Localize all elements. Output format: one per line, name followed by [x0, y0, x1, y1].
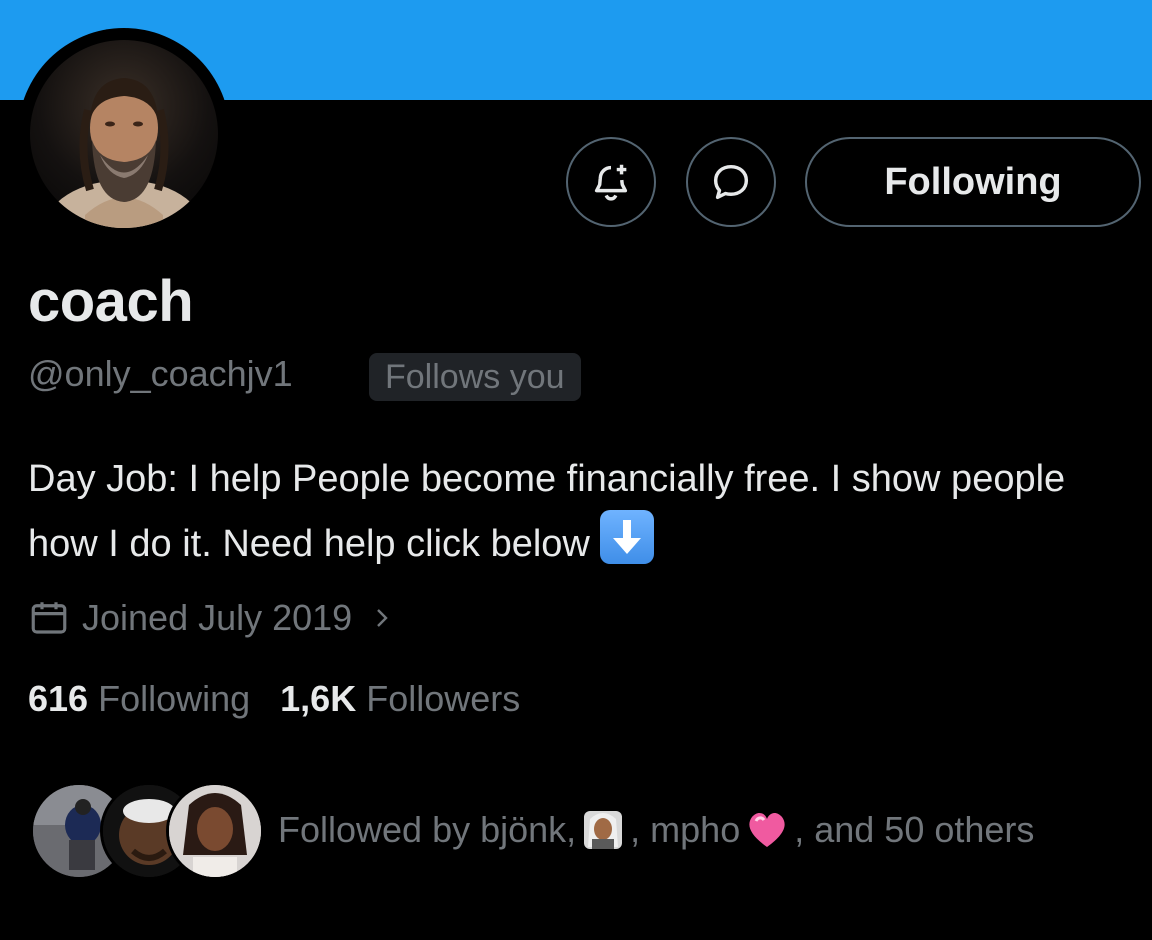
follows-you-badge: Follows you [369, 353, 581, 401]
message-button[interactable] [686, 137, 776, 227]
user-handle: @only_coachjv1 [28, 353, 293, 394]
mutual-avatars [30, 782, 264, 880]
follow-stats: 616 Following 1,6K Followers [28, 678, 550, 720]
chat-bubble-icon [713, 164, 749, 200]
person-emoji [580, 807, 626, 853]
following-stat[interactable]: 616 Following [28, 678, 250, 720]
followed-by-prefix: Followed by bjönk, [278, 809, 577, 850]
pink-heart-emoji [744, 807, 790, 853]
calendar-icon [31, 602, 67, 634]
down-arrow-emoji [599, 510, 654, 564]
notify-button[interactable] [566, 137, 656, 227]
followers-count: 1,6K [280, 678, 357, 719]
avatar-photo [44, 78, 204, 228]
following-button[interactable]: Following [805, 137, 1141, 227]
joined-date[interactable]: Joined July 2019 [28, 590, 394, 646]
mutual-avatar [166, 782, 264, 880]
following-label: Following [98, 678, 251, 719]
bio-text: Day Job: I help People become financiall… [28, 458, 1066, 565]
profile-bio: Day Job: I help People become financiall… [28, 448, 1128, 575]
following-count: 616 [28, 678, 89, 719]
avatar[interactable] [30, 40, 218, 228]
display-name: coach [28, 269, 194, 334]
chevron-right-icon [377, 609, 388, 627]
followed-by-middle: , mpho [630, 809, 741, 850]
followed-by-text: Followed by bjönk, , mpho , and 50 other… [278, 807, 1034, 853]
joined-text: Joined July 2019 [82, 597, 353, 638]
followed-by-suffix: , and 50 others [794, 809, 1035, 850]
followed-by-row[interactable]: Followed by bjönk, , mpho , and 50 other… [30, 780, 1140, 880]
bell-plus-icon [594, 164, 628, 201]
followers-label: Followers [366, 678, 521, 719]
followers-stat[interactable]: 1,6K Followers [280, 678, 520, 720]
